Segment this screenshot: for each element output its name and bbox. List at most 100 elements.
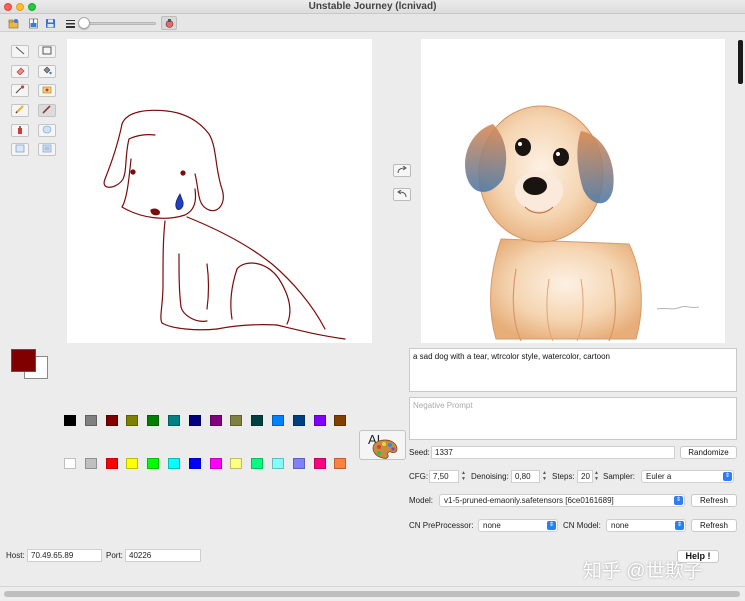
color-swatch[interactable] <box>189 415 201 426</box>
color-swatch[interactable] <box>334 415 346 426</box>
stamp-tool[interactable] <box>38 84 56 97</box>
host-input[interactable]: 70.49.65.89 <box>27 549 102 562</box>
color-swatch[interactable] <box>251 458 263 469</box>
open-icon[interactable] <box>6 16 20 30</box>
brush-size-slider-track[interactable] <box>80 22 156 25</box>
color-swatch[interactable] <box>189 458 201 469</box>
color-swatch[interactable] <box>293 458 305 469</box>
select-all-icon <box>42 144 52 156</box>
cfg-stepper[interactable]: ▲ ▼ <box>460 470 467 482</box>
cn-model-label: CN Model: <box>563 521 601 530</box>
brush-size-slider-thumb[interactable] <box>78 17 90 29</box>
host-label: Host: <box>6 551 25 560</box>
eraser-icon <box>15 66 25 78</box>
steps-label: Steps: <box>552 472 575 481</box>
color-swatch[interactable] <box>293 415 305 426</box>
brush-tool[interactable] <box>38 104 56 117</box>
fill-tool[interactable] <box>38 65 56 78</box>
select-tool[interactable] <box>11 143 29 156</box>
horizontal-scrollbar[interactable] <box>0 586 745 601</box>
color-swatch[interactable] <box>85 415 97 426</box>
negative-prompt-input[interactable]: Negative Prompt <box>409 397 737 440</box>
color-swatch[interactable] <box>230 415 242 426</box>
color-swatch[interactable] <box>272 458 284 469</box>
color-swatch[interactable] <box>168 415 180 426</box>
color-swatch[interactable] <box>210 415 222 426</box>
color-swatch[interactable] <box>272 415 284 426</box>
line-icon <box>15 46 25 58</box>
steps-input[interactable]: 20 <box>577 470 593 483</box>
color-swatch[interactable] <box>126 458 138 469</box>
color-picker-tool[interactable] <box>11 84 29 97</box>
cn-refresh-button[interactable]: Refresh <box>691 519 737 532</box>
color-swatch[interactable] <box>64 458 76 469</box>
sketch-dog-drawing <box>103 109 346 340</box>
drawing-canvas[interactable] <box>67 39 372 343</box>
chevron-updown-icon: ⇕ <box>547 521 556 530</box>
sampler-label: Sampler: <box>603 472 636 481</box>
eraser-tool[interactable] <box>11 65 29 78</box>
color-swatch[interactable] <box>126 415 138 426</box>
color-swatch[interactable] <box>64 415 76 426</box>
pencil-icon <box>15 104 25 117</box>
denoising-label: Denoising: <box>471 472 509 481</box>
cn-model-select[interactable]: none ⇕ <box>606 519 686 532</box>
window-title: Unstable Journey (lcnivad) <box>308 1 437 12</box>
vertical-scrollbar[interactable] <box>738 40 743 84</box>
cfg-input[interactable]: 7,50 <box>429 470 459 483</box>
model-value: v1-5-pruned-emaonly.safetensors [6ce0161… <box>444 496 614 505</box>
sampler-value: Euler a <box>646 472 672 481</box>
color-swatch[interactable] <box>106 458 118 469</box>
color-swatch[interactable] <box>85 458 97 469</box>
save-icon[interactable] <box>43 16 57 30</box>
color-swatch[interactable] <box>210 458 222 469</box>
color-swatch[interactable] <box>251 415 263 426</box>
select-icon <box>15 144 25 156</box>
prompt-input[interactable]: a sad dog with a tear, wtrcolor style, w… <box>409 348 737 392</box>
color-swatch[interactable] <box>230 458 242 469</box>
settings-icon[interactable] <box>161 16 177 30</box>
watermark-text: 知乎 @世欺子 <box>583 561 703 582</box>
watercolor-dog-image <box>421 39 725 343</box>
undo-arrow-button[interactable] <box>393 188 411 201</box>
blur-tool[interactable] <box>38 124 56 137</box>
toolbar <box>0 14 745 32</box>
pencil-tool[interactable] <box>11 104 29 117</box>
color-swatch[interactable] <box>314 415 326 426</box>
port-input[interactable]: 40226 <box>125 549 201 562</box>
redo-arrow-icon <box>397 165 407 177</box>
seed-label: Seed: <box>409 448 430 457</box>
select-all-tool[interactable] <box>38 143 56 156</box>
model-refresh-button[interactable]: Refresh <box>691 494 737 507</box>
import-icon[interactable] <box>26 16 40 30</box>
randomize-button[interactable]: Randomize <box>680 446 737 459</box>
brush-icon <box>42 104 52 117</box>
color-swatch[interactable] <box>314 458 326 469</box>
foreground-color-swatch[interactable] <box>11 349 36 372</box>
ai-generate-button[interactable]: AI <box>359 430 406 460</box>
color-picker-icon <box>15 84 25 97</box>
steps-stepper[interactable]: ▲ ▼ <box>593 470 600 482</box>
cfg-label: CFG: <box>409 472 429 481</box>
denoising-stepper[interactable]: ▲ ▼ <box>541 470 548 482</box>
chevron-updown-icon: ⇕ <box>723 472 732 481</box>
spray-tool[interactable] <box>11 124 29 137</box>
color-swatch[interactable] <box>334 458 346 469</box>
redo-arrow-button[interactable] <box>393 164 411 177</box>
color-swatch[interactable] <box>147 458 159 469</box>
color-swatch[interactable] <box>106 415 118 426</box>
blur-icon <box>42 125 52 137</box>
model-select[interactable]: v1-5-pruned-emaonly.safetensors [6ce0161… <box>439 494 685 507</box>
rectangle-icon <box>42 46 52 58</box>
spray-icon <box>15 125 25 137</box>
cn-preprocessor-select[interactable]: none ⇕ <box>478 519 558 532</box>
sampler-select[interactable]: Euler a ⇕ <box>641 470 734 483</box>
seed-input[interactable]: 1337 <box>431 446 675 459</box>
denoising-input[interactable]: 0,80 <box>511 470 540 483</box>
scrollbar-thumb[interactable] <box>4 591 740 597</box>
color-swatch[interactable] <box>168 458 180 469</box>
rectangle-tool[interactable] <box>38 45 56 58</box>
line-width-icon[interactable] <box>63 16 77 30</box>
color-swatch[interactable] <box>147 415 159 426</box>
line-tool[interactable] <box>11 45 29 58</box>
